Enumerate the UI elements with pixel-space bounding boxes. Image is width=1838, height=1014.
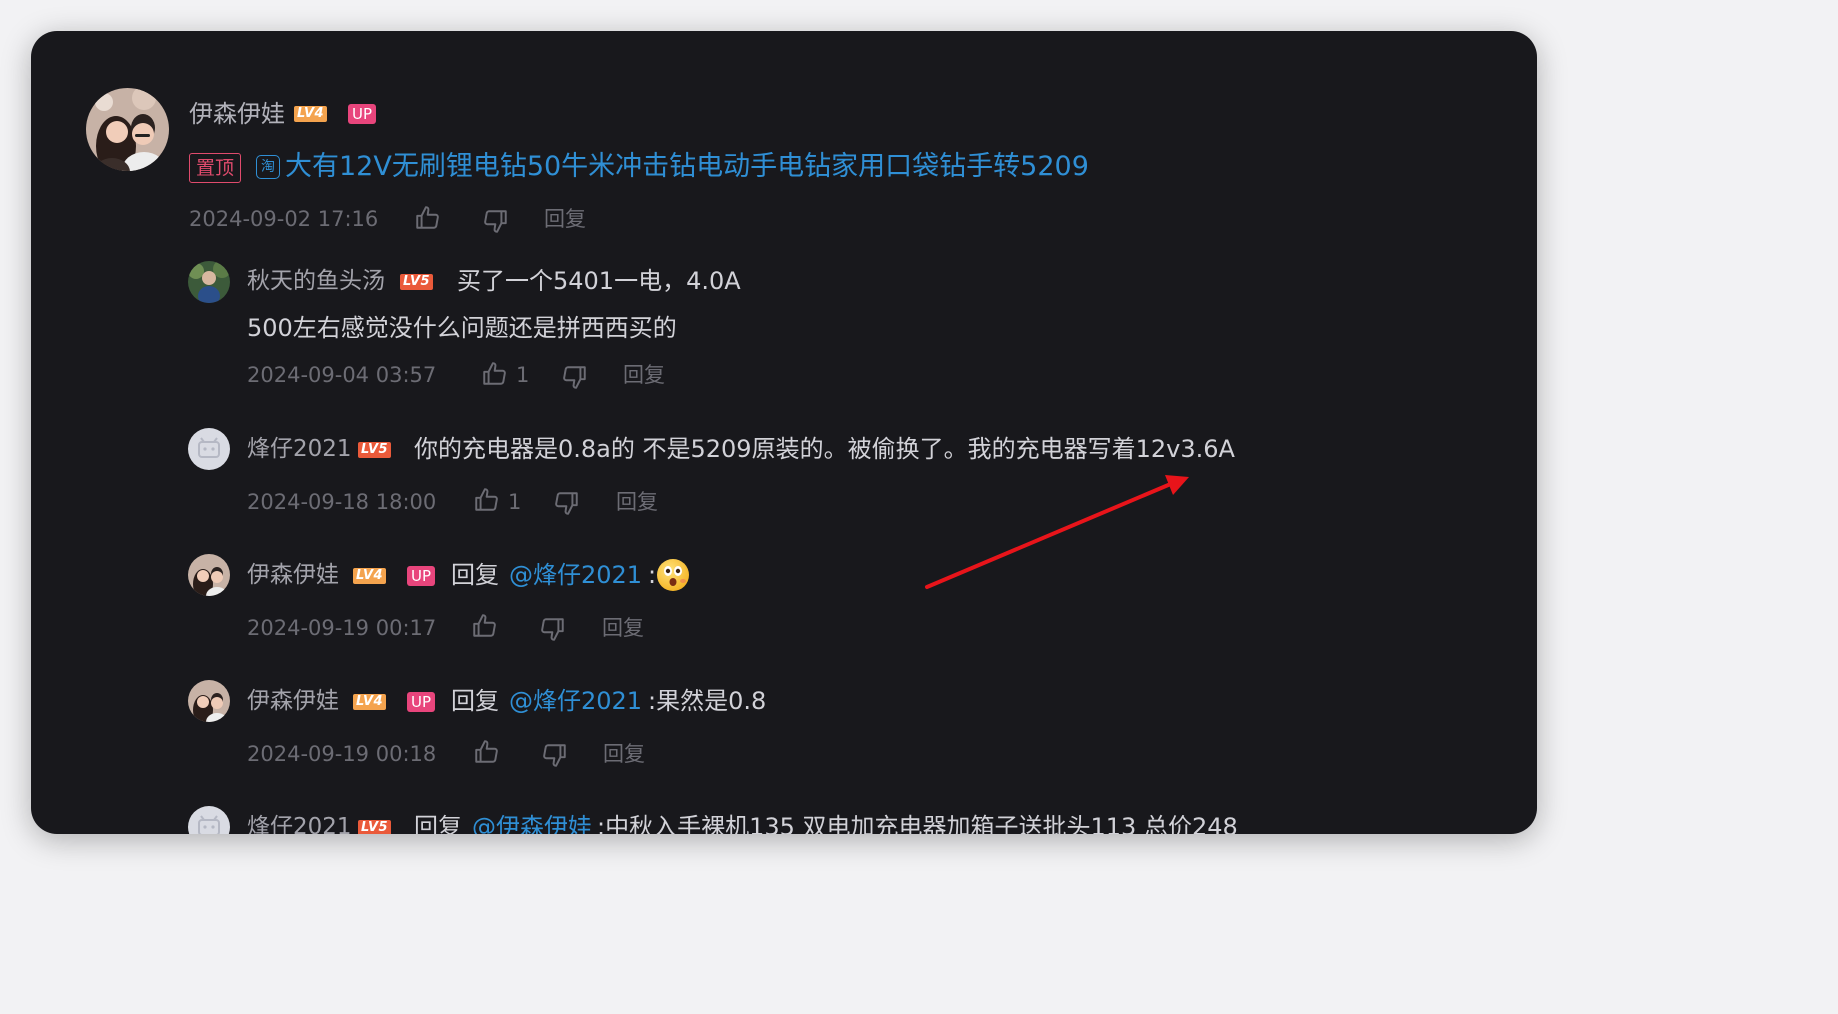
reply4-reply-word: 回复 (451, 687, 499, 715)
thumb-down-icon[interactable] (540, 616, 566, 642)
reply4-avatar[interactable] (188, 680, 230, 722)
reply2-like-count: 1 (508, 490, 522, 514)
reply4-mention[interactable]: @烽仔2021 (509, 686, 642, 716)
thumb-up-icon[interactable] (473, 487, 499, 513)
reply1-avatar[interactable] (188, 261, 230, 303)
reply3-content: : (648, 561, 657, 589)
reply2-username[interactable]: 烽仔2021 (247, 435, 352, 463)
reply5-mention[interactable]: @伊森伊娃 (472, 812, 592, 834)
reply2-reply-button[interactable]: 回复 (616, 489, 658, 515)
reply2-content: 你的充电器是0.8a的 不是5209原装的。被偷换了。我的充电器写着12v3.6… (414, 435, 1235, 463)
reply3-up-badge: UP (407, 566, 436, 586)
reply1-content-line2: 500左右感觉没什么问题还是拼西西买的 (247, 314, 677, 342)
thumb-down-icon[interactable] (562, 364, 588, 390)
reply4-content: :果然是0.8 (648, 687, 767, 715)
reply1-reply-button[interactable]: 回复 (623, 362, 665, 388)
reply5-reply-word: 回复 (414, 813, 462, 834)
reply4-up-badge: UP (407, 692, 436, 712)
annotation-arrow (925, 475, 1189, 589)
root-avatar[interactable] (86, 88, 169, 171)
reply3-timestamp: 2024-09-19 00:17 (247, 616, 437, 640)
reply1-username[interactable]: 秋天的鱼头汤 (247, 267, 385, 295)
reply4-username[interactable]: 伊森伊娃 (247, 687, 339, 715)
reply4-reply-button[interactable]: 回复 (603, 741, 645, 767)
product-link[interactable]: 大有12V无刷锂电钻50牛米冲击钻电动手电钻家用口袋钻手转5209 (285, 151, 1089, 183)
reply3-mention[interactable]: @烽仔2021 (509, 560, 642, 590)
thumb-down-icon[interactable] (483, 208, 509, 234)
reply2-level-badge: LV5 (358, 442, 392, 458)
reply4-timestamp: 2024-09-19 00:18 (247, 742, 437, 766)
thumb-down-icon[interactable] (554, 490, 580, 516)
pinned-badge: 置顶 (189, 153, 242, 183)
reply3-level-badge: LV4 (353, 568, 387, 584)
thumb-up-icon[interactable] (481, 361, 507, 387)
reply1-timestamp: 2024-09-04 03:57 (247, 363, 437, 387)
root-reply-button[interactable]: 回复 (544, 206, 586, 232)
reply3-avatar[interactable] (188, 554, 230, 596)
root-username[interactable]: 伊森伊娃 (189, 100, 285, 128)
reply2-avatar[interactable] (188, 428, 230, 470)
reply3-username[interactable]: 伊森伊娃 (247, 561, 339, 589)
root-timestamp: 2024-09-02 17:16 (189, 207, 379, 231)
reply5-avatar[interactable] (188, 806, 230, 834)
root-level-badge: LV4 (294, 106, 328, 122)
reply1-level-badge: LV5 (400, 274, 434, 290)
reply3-reply-button[interactable]: 回复 (602, 615, 644, 641)
reply2-timestamp: 2024-09-18 18:00 (247, 490, 437, 514)
root-up-badge: UP (348, 104, 377, 124)
shocked-face-emoji (657, 559, 689, 591)
reply3-reply-word: 回复 (451, 561, 499, 589)
comment-panel: 伊森伊娃 LV4 UP 置顶 淘 大有12V无刷锂电钻50牛米冲击钻电动手电钻家… (31, 31, 1537, 834)
reply5-level-badge: LV5 (358, 820, 392, 834)
reply1-content-line1: 买了一个5401一电，4.0A (457, 267, 741, 295)
reply5-content: :中秋入手裸机135 双电加充电器加箱子送批头113 总价248 (597, 813, 1238, 834)
thumb-down-icon[interactable] (542, 742, 568, 768)
reply1-like-count: 1 (516, 363, 530, 387)
taobao-icon: 淘 (256, 155, 280, 179)
thumb-up-icon[interactable] (471, 613, 497, 639)
thumb-up-icon[interactable] (414, 205, 440, 231)
reply5-username[interactable]: 烽仔2021 (247, 813, 352, 834)
thumb-up-icon[interactable] (473, 739, 499, 765)
reply4-level-badge: LV4 (353, 694, 387, 710)
